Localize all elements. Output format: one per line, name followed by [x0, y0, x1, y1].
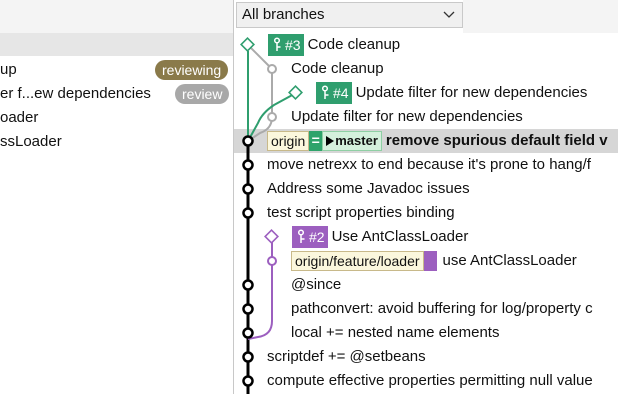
commit-message: test script properties binding: [267, 204, 455, 221]
remote-ref-label[interactable]: origin/feature/loader: [291, 251, 424, 271]
branch-color-marker: [423, 251, 437, 271]
pull-request-icon: [321, 85, 329, 99]
pr-title: oader: [0, 109, 39, 126]
sidebar-pr-item[interactable]: up reviewing: [0, 58, 233, 82]
sidebar-toolbar: [0, 0, 233, 33]
commit-message: @since: [291, 276, 342, 293]
sidebar-pr-item[interactable]: er f...ew dependencies review: [0, 82, 233, 106]
pull-request-icon: [273, 37, 281, 51]
sidebar-section-header: [0, 33, 233, 56]
commit-message: Update filter for new dependencies: [291, 108, 523, 125]
commit-row[interactable]: #3 Code cleanup: [234, 33, 618, 57]
remote-ref-label[interactable]: origin: [267, 131, 310, 151]
commit-message: Update filter for new dependencies: [355, 84, 588, 101]
pr-number: #2: [309, 229, 325, 245]
commit-message: scriptdef += @setbeans: [267, 348, 426, 365]
toolbar-background: [463, 0, 618, 33]
commit-row[interactable]: move netrexx to end because it's prone t…: [234, 153, 618, 177]
commit-row[interactable]: #2 Use AntClassLoader: [234, 225, 618, 249]
commit-row[interactable]: origin = master remove spurious default …: [234, 129, 618, 153]
sidebar-pr-item[interactable]: ssLoader: [0, 130, 233, 154]
status-badge: review: [175, 84, 230, 104]
pull-request-tag[interactable]: #3: [268, 34, 304, 56]
commit-message: move netrexx to end because it's prone t…: [267, 156, 591, 173]
commit-message: Code cleanup: [291, 60, 384, 77]
commit-row[interactable]: @since: [234, 273, 618, 297]
pull-request-tag[interactable]: #2: [292, 226, 328, 248]
commit-message: remove spurious default field v: [385, 132, 608, 149]
commit-message: compute effective properties permitting …: [267, 372, 593, 389]
pr-number: #4: [333, 85, 349, 101]
commit-message: Code cleanup: [307, 36, 401, 53]
pull-request-icon: [297, 229, 305, 243]
current-branch-label[interactable]: master: [322, 131, 382, 151]
pr-title: ssLoader: [0, 133, 62, 150]
pull-request-tag[interactable]: #4: [316, 82, 352, 104]
sidebar-pr-item[interactable]: oader: [0, 106, 233, 130]
commit-row[interactable]: Update filter for new dependencies: [234, 105, 618, 129]
commit-row[interactable]: #4 Update filter for new dependencies: [234, 81, 618, 105]
pull-request-sidebar: up reviewing er f...ew dependencies revi…: [0, 0, 233, 394]
commit-message: pathconvert: avoid buffering for log/pro…: [291, 300, 593, 317]
commit-row[interactable]: pathconvert: avoid buffering for log/pro…: [234, 297, 618, 321]
branch-filter-dropdown[interactable]: All branches: [236, 2, 463, 28]
commit-row[interactable]: origin/feature/loader use AntClassLoader: [234, 249, 618, 273]
commit-message: Use AntClassLoader: [331, 228, 469, 245]
chevron-down-icon: [443, 11, 455, 18]
commit-message: use AntClassLoader: [442, 252, 577, 269]
commit-row[interactable]: test script properties binding: [234, 201, 618, 225]
in-sync-indicator: =: [309, 131, 323, 151]
branch-filter-value: All branches: [242, 6, 325, 23]
commit-row[interactable]: scriptdef += @setbeans: [234, 345, 618, 369]
commit-row[interactable]: Address some Javadoc issues: [234, 177, 618, 201]
commit-graph-list: #3 Code cleanup Code cleanup #4 Update f…: [234, 33, 618, 394]
branch-name: master: [335, 133, 378, 148]
commit-message: Address some Javadoc issues: [267, 180, 470, 197]
pr-title: er f...ew dependencies: [0, 85, 151, 102]
status-badge: reviewing: [155, 60, 229, 80]
pr-title: up: [0, 61, 17, 78]
commit-row[interactable]: local += nested name elements: [234, 321, 618, 345]
play-arrow-icon: [326, 136, 335, 146]
commit-message: local += nested name elements: [291, 324, 500, 341]
commit-row[interactable]: Code cleanup: [234, 57, 618, 81]
pr-number: #3: [285, 37, 301, 53]
commit-row[interactable]: compute effective properties permitting …: [234, 369, 618, 393]
